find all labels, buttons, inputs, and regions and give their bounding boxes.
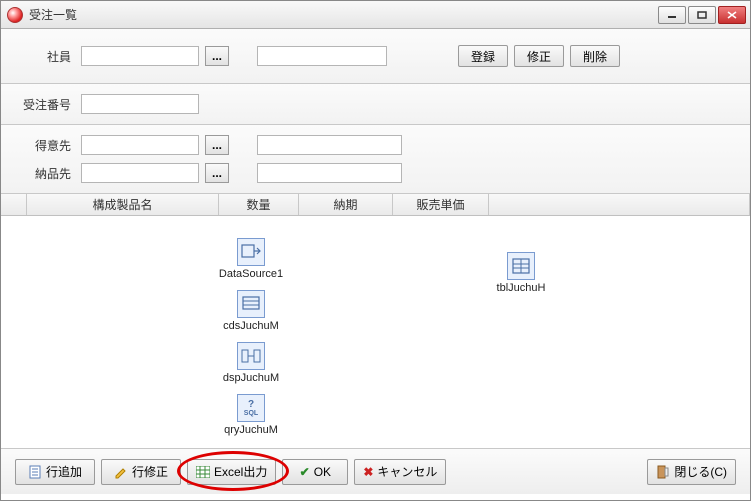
query-icon: ? SQL — [237, 394, 265, 422]
label-nouhin: 納品先 — [21, 165, 71, 182]
add-row-button[interactable]: 行追加 — [15, 459, 95, 485]
component-label: dspJuchuM — [211, 372, 291, 384]
provider-icon — [237, 342, 265, 370]
button-label: Excel出力 — [214, 463, 267, 480]
cancel-button[interactable]: ✖ キャンセル — [354, 459, 446, 485]
grid-header-rest — [489, 194, 750, 215]
section-juchu-no: 受注番号 — [1, 84, 750, 125]
grid-header: 構成製品名 数量 納期 販売単価 — [1, 194, 750, 216]
grid-header-col3[interactable]: 納期 — [299, 194, 393, 215]
nouhin-lookup-button[interactable]: ... — [205, 163, 229, 183]
button-label: 行修正 — [132, 463, 168, 480]
component-dsp[interactable]: dspJuchuM — [211, 342, 291, 384]
edit-row-button[interactable]: 行修正 — [101, 459, 181, 485]
check-icon: ✔ — [300, 465, 310, 479]
register-button[interactable]: 登録 — [458, 45, 508, 67]
label-juchu-no: 受注番号 — [21, 96, 71, 113]
label-tokui: 得意先 — [21, 137, 71, 154]
pencil-icon — [114, 465, 128, 479]
tokui-name-input[interactable] — [257, 135, 402, 155]
modify-button[interactable]: 修正 — [514, 45, 564, 67]
button-label: キャンセル — [377, 463, 437, 480]
component-tbl[interactable]: tblJuchuH — [481, 252, 561, 294]
window-title: 受注一覧 — [29, 6, 77, 23]
maximize-button[interactable] — [688, 6, 716, 24]
nouhin-name-input[interactable] — [257, 163, 402, 183]
clientdataset-icon — [237, 290, 265, 318]
table-icon — [507, 252, 535, 280]
component-datasource[interactable]: DataSource1 — [211, 238, 291, 280]
component-label: qryJuchuM — [211, 424, 291, 436]
button-label: OK — [314, 465, 331, 479]
grid-header-col4[interactable]: 販売単価 — [393, 194, 489, 215]
footer-bar: 行追加 行修正 Excel出力 ✔ OK ✖ キャンセル 閉じる(C) — [1, 448, 750, 494]
section-tokui-nouhin: 得意先 ... 納品先 ... — [1, 125, 750, 194]
excel-export-button[interactable]: Excel出力 — [187, 459, 276, 485]
grid-header-indicator — [1, 194, 27, 215]
document-icon — [28, 465, 42, 479]
shain-code-input[interactable] — [81, 46, 199, 66]
grid-icon — [196, 465, 210, 479]
delete-button[interactable]: 削除 — [570, 45, 620, 67]
title-bar: 受注一覧 — [1, 1, 750, 29]
button-label: 行追加 — [46, 463, 82, 480]
component-label: cdsJuchuM — [211, 320, 291, 332]
component-label: DataSource1 — [211, 268, 291, 280]
shain-lookup-button[interactable]: ... — [205, 46, 229, 66]
button-label: 閉じる(C) — [674, 463, 727, 480]
minimize-button[interactable] — [658, 6, 686, 24]
grid-header-col2[interactable]: 数量 — [219, 194, 299, 215]
datasource-icon — [237, 238, 265, 266]
juchu-no-input[interactable] — [81, 94, 199, 114]
close-dialog-button[interactable]: 閉じる(C) — [647, 459, 736, 485]
close-button[interactable] — [718, 6, 746, 24]
shain-name-input[interactable] — [257, 46, 387, 66]
x-icon: ✖ — [363, 465, 373, 479]
nouhin-code-input[interactable] — [81, 163, 199, 183]
tokui-lookup-button[interactable]: ... — [205, 135, 229, 155]
component-label: tblJuchuH — [481, 282, 561, 294]
label-shain: 社員 — [21, 48, 71, 65]
section-shain: 社員 ... 登録 修正 削除 — [1, 29, 750, 84]
component-cds[interactable]: cdsJuchuM — [211, 290, 291, 332]
app-icon — [7, 7, 23, 23]
component-qry[interactable]: ? SQL qryJuchuM — [211, 394, 291, 436]
grid-header-col1[interactable]: 構成製品名 — [27, 194, 219, 215]
tokui-code-input[interactable] — [81, 135, 199, 155]
design-canvas: DataSource1 cdsJuchuM dspJuchuM ? SQL qr… — [1, 216, 750, 448]
ok-button[interactable]: ✔ OK — [282, 459, 348, 485]
door-icon — [656, 465, 670, 479]
